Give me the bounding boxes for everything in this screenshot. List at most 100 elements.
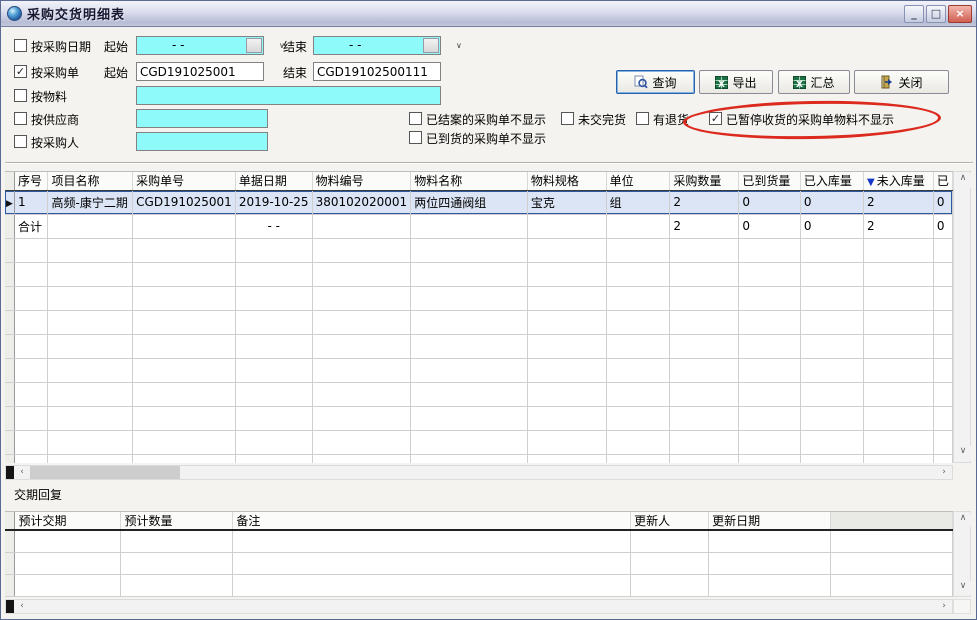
checkbox-not-finished[interactable]	[561, 112, 574, 125]
empty-cell[interactable]	[235, 454, 312, 463]
empty-cell[interactable]	[670, 430, 739, 454]
empty-cell[interactable]	[709, 552, 831, 574]
empty-cell[interactable]	[133, 262, 236, 286]
empty-cell[interactable]	[933, 310, 952, 334]
empty-cell[interactable]	[800, 358, 863, 382]
empty-cell[interactable]	[15, 574, 121, 596]
empty-cell[interactable]	[15, 334, 48, 358]
empty-cell[interactable]	[235, 406, 312, 430]
empty-cell[interactable]	[48, 238, 133, 262]
empty-row[interactable]	[5, 382, 953, 406]
empty-cell[interactable]	[864, 238, 934, 262]
empty-cell[interactable]	[235, 358, 312, 382]
empty-cell[interactable]	[15, 358, 48, 382]
empty-cell[interactable]	[933, 262, 952, 286]
empty-cell[interactable]	[606, 238, 670, 262]
checkbox-by-purchase-date[interactable]	[14, 39, 27, 52]
col-spec[interactable]: 物料规格	[527, 172, 606, 190]
empty-cell[interactable]	[411, 406, 528, 430]
empty-cell[interactable]	[739, 358, 801, 382]
empty-row[interactable]	[5, 286, 953, 310]
empty-cell[interactable]	[133, 238, 236, 262]
date-start-combo[interactable]: - - ∨	[136, 36, 264, 55]
empty-cell[interactable]	[933, 382, 952, 406]
empty-cell[interactable]	[933, 334, 952, 358]
empty-cell[interactable]	[527, 262, 606, 286]
maximize-button[interactable]: □	[926, 5, 946, 23]
empty-cell[interactable]	[631, 574, 709, 596]
empty-cell[interactable]	[739, 382, 801, 406]
empty-cell[interactable]	[411, 262, 528, 286]
empty-cell[interactable]	[121, 552, 233, 574]
empty-cell[interactable]	[312, 454, 411, 463]
col-notstock[interactable]: ▼未入库量	[864, 172, 934, 190]
empty-row[interactable]	[5, 310, 953, 334]
empty-cell[interactable]	[606, 382, 670, 406]
row-selector-cell[interactable]	[5, 454, 15, 463]
empty-cell[interactable]	[800, 382, 863, 406]
empty-cell[interactable]	[739, 262, 801, 286]
empty-cell[interactable]	[800, 238, 863, 262]
col-seq[interactable]: 序号	[15, 172, 48, 190]
empty-cell[interactable]	[15, 238, 48, 262]
row-selector-cell[interactable]	[5, 382, 15, 406]
main-vertical-scrollbar[interactable]: ∧ ∨	[953, 171, 971, 463]
scroll-left-icon[interactable]: ‹	[14, 600, 30, 613]
empty-cell[interactable]	[606, 262, 670, 286]
empty-cell[interactable]	[15, 382, 48, 406]
cell-item-no[interactable]: 380102020001	[312, 190, 411, 214]
cell-item-name[interactable]: 两位四通阀组	[411, 190, 528, 214]
scroll-up-icon[interactable]: ∧	[955, 173, 971, 188]
empty-cell[interactable]	[121, 530, 233, 552]
scroll-up-icon[interactable]: ∧	[955, 513, 971, 527]
empty-cell[interactable]	[933, 358, 952, 382]
empty-cell[interactable]	[670, 262, 739, 286]
empty-cell[interactable]	[48, 286, 133, 310]
col-updated-by[interactable]: 更新人	[631, 512, 709, 530]
col-expected-qty[interactable]: 预计数量	[121, 512, 233, 530]
total-row[interactable]: 合计 - - 2 0 0 2 0	[5, 214, 953, 238]
empty-cell[interactable]	[606, 310, 670, 334]
row-selector-cell[interactable]	[5, 358, 15, 382]
cell-project[interactable]: 高频-康宁二期	[48, 190, 133, 214]
empty-cell[interactable]	[48, 406, 133, 430]
buyer-input[interactable]	[136, 132, 268, 151]
cell-order-no[interactable]: CGD191025001	[133, 190, 236, 214]
empty-cell[interactable]	[933, 430, 952, 454]
empty-cell[interactable]	[527, 382, 606, 406]
empty-cell[interactable]	[800, 430, 863, 454]
empty-cell[interactable]	[527, 430, 606, 454]
col-doc-date[interactable]: 单据日期	[235, 172, 312, 190]
row-selector-cell[interactable]	[5, 574, 15, 596]
empty-cell[interactable]	[739, 334, 801, 358]
empty-cell[interactable]	[411, 454, 528, 463]
empty-cell[interactable]	[235, 430, 312, 454]
empty-cell[interactable]	[312, 406, 411, 430]
empty-cell[interactable]	[235, 286, 312, 310]
empty-cell[interactable]	[864, 454, 934, 463]
checkbox-has-return[interactable]	[636, 112, 649, 125]
empty-cell[interactable]	[133, 382, 236, 406]
empty-cell[interactable]	[606, 454, 670, 463]
scroll-down-icon[interactable]: ∨	[955, 581, 971, 595]
empty-cell[interactable]	[233, 552, 631, 574]
order-start-input[interactable]	[136, 62, 264, 81]
empty-row[interactable]	[5, 530, 953, 552]
empty-cell[interactable]	[739, 238, 801, 262]
empty-row[interactable]	[5, 552, 953, 574]
row-pointer-cell[interactable]: ▶	[5, 190, 15, 214]
empty-row[interactable]	[5, 454, 953, 463]
empty-cell[interactable]	[312, 334, 411, 358]
reply-vertical-scrollbar[interactable]: ∧ ∨	[953, 511, 971, 597]
order-end-input[interactable]	[313, 62, 441, 81]
empty-cell[interactable]	[739, 454, 801, 463]
col-update-date[interactable]: 更新日期	[709, 512, 831, 530]
empty-cell[interactable]	[15, 286, 48, 310]
col-arrived[interactable]: 已到货量	[739, 172, 801, 190]
empty-cell[interactable]	[739, 310, 801, 334]
row-selector-cell[interactable]	[5, 430, 15, 454]
empty-cell[interactable]	[527, 334, 606, 358]
empty-cell[interactable]	[527, 454, 606, 463]
empty-cell[interactable]	[606, 430, 670, 454]
chevron-down-icon[interactable]: ∨	[246, 38, 262, 53]
